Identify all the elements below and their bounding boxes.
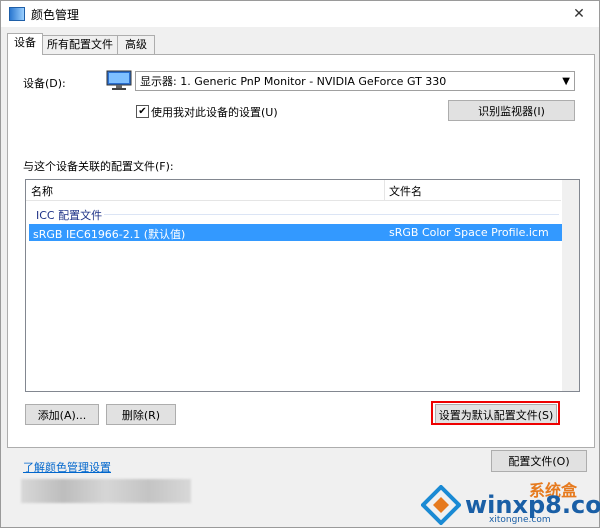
remove-button[interactable]: 删除(R) [106,404,176,425]
profiles-list[interactable]: 名称 文件名 ICC 配置文件 sRGB IEC61966-2.1 (默认值) … [25,179,580,392]
profiles-label: 与这个设备关联的配置文件(F): [23,160,174,173]
blurred-region [21,479,191,503]
devices-panel: 设备(D): 显示器: 1. Generic PnP Monitor - NVI… [7,54,595,448]
monitor-icon [106,70,132,90]
group-header: ICC 配置文件 [36,209,103,222]
watermark-subtext: xitongne.com [489,515,551,525]
column-name[interactable]: 名称 [31,183,53,199]
close-icon[interactable]: ✕ [559,1,599,27]
tab-all-profiles[interactable]: 所有配置文件 [41,35,119,54]
row-name: sRGB IEC61966-2.1 (默认值) [33,228,186,241]
device-select[interactable]: 显示器: 1. Generic PnP Monitor - NVIDIA GeF… [135,71,575,91]
watermark-logo-icon [421,485,461,525]
profiles-button[interactable]: 配置文件(O) [491,450,587,472]
row-file: sRGB Color Space Profile.icm [389,226,549,239]
column-divider [384,180,385,200]
add-button[interactable]: 添加(A)... [25,404,99,425]
chevron-down-icon: ▼ [562,76,570,87]
color-management-icon [9,7,25,21]
highlight-box [431,401,560,425]
use-settings-checkbox[interactable]: ✔ [136,105,149,118]
identify-monitor-button[interactable]: 识别监视器(I) [448,100,575,121]
watermark: 系统盒 winxp8.com xitongne.com [419,481,600,525]
device-label: 设备(D): [23,77,66,90]
table-row[interactable]: sRGB IEC61966-2.1 (默认值) sRGB Color Space… [29,224,564,241]
list-header: 名称 文件名 [26,180,561,201]
color-management-window: 颜色管理 ✕ 设备 所有配置文件 高级 设备(D): 显示器: 1. Gener… [0,0,600,528]
tab-advanced[interactable]: 高级 [117,35,155,54]
group-divider [104,214,559,215]
use-settings-label: 使用我对此设备的设置(U) [151,106,278,119]
learn-more-link[interactable]: 了解颜色管理设置 [23,459,111,475]
title-bar: 颜色管理 ✕ [1,1,599,27]
list-scrollbar[interactable] [562,180,579,391]
device-select-value: 显示器: 1. Generic PnP Monitor - NVIDIA GeF… [140,75,447,88]
window-title: 颜色管理 [31,8,80,22]
column-filename[interactable]: 文件名 [389,183,422,199]
tab-devices[interactable]: 设备 [7,33,43,55]
